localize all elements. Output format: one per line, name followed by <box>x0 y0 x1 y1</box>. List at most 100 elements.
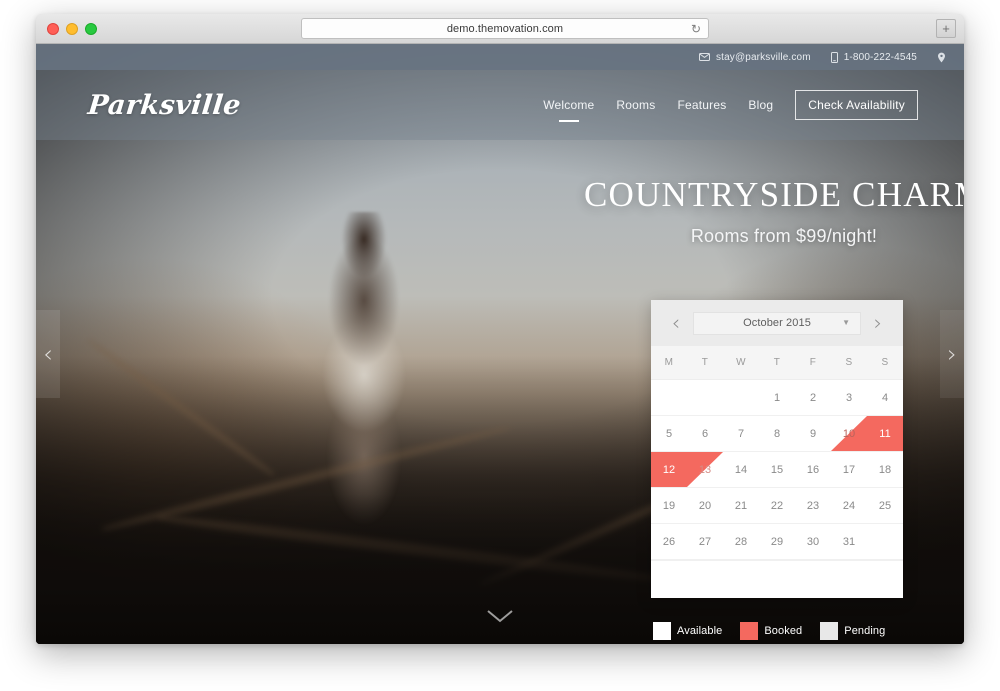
close-window-button[interactable] <box>47 23 59 35</box>
calendar-day-number: 8 <box>773 427 781 440</box>
calendar-day-number: 14 <box>734 463 748 476</box>
day-header-tue: T <box>701 357 709 368</box>
availability-calendar: ‹ October 2015 ▼ › M T W T F S S 1234567… <box>651 300 903 598</box>
calendar-day-11[interactable]: 11 <box>867 416 903 452</box>
calendar-day-number: 17 <box>842 463 856 476</box>
legend-item-pending: Pending <box>820 622 885 640</box>
calendar-day-empty <box>687 380 723 416</box>
calendar-day-empty <box>867 524 903 560</box>
maximize-window-button[interactable] <box>85 23 97 35</box>
chevron-down-icon: ▼ <box>842 318 850 327</box>
calendar-day-1[interactable]: 1 <box>759 380 795 416</box>
calendar-day-17[interactable]: 17 <box>831 452 867 488</box>
calendar-day-25[interactable]: 25 <box>867 488 903 524</box>
calendar-day-number: 12 <box>662 463 676 476</box>
url-text: demo.themovation.com <box>446 22 564 35</box>
slider-prev-button[interactable]: ‹ <box>36 310 60 398</box>
calendar-footer <box>651 560 903 598</box>
calendar-day-14[interactable]: 14 <box>723 452 759 488</box>
calendar-day-empty <box>651 380 687 416</box>
calendar-day-19[interactable]: 19 <box>651 488 687 524</box>
calendar-day-number: 31 <box>842 535 856 548</box>
calendar-day-number: 2 <box>809 391 817 404</box>
contact-location[interactable] <box>937 52 946 63</box>
contact-phone[interactable]: 1-800-222-4545 <box>830 51 917 63</box>
calendar-day-9[interactable]: 9 <box>795 416 831 452</box>
calendar-next-month-button[interactable]: › <box>865 312 891 334</box>
day-header-mon: M <box>664 357 674 368</box>
legend-label-available: Available <box>677 625 723 637</box>
calendar-day-10[interactable]: 10 <box>831 416 867 452</box>
contact-phone-text: 1-800-222-4545 <box>843 51 917 63</box>
calendar-day-8[interactable]: 8 <box>759 416 795 452</box>
calendar-day-number: 28 <box>734 535 748 548</box>
legend-item-booked: Booked <box>740 622 802 640</box>
calendar-day-20[interactable]: 20 <box>687 488 723 524</box>
calendar-day-number: 21 <box>734 499 748 512</box>
check-availability-button[interactable]: Check Availability <box>795 90 918 120</box>
calendar-day-18[interactable]: 18 <box>867 452 903 488</box>
legend-swatch-pending <box>820 622 839 640</box>
calendar-day-number: 5 <box>665 427 673 440</box>
site-logo[interactable]: Parksville <box>86 90 242 121</box>
new-tab-button[interactable]: + <box>936 19 956 38</box>
calendar-day-16[interactable]: 16 <box>795 452 831 488</box>
calendar-day-28[interactable]: 28 <box>723 524 759 560</box>
calendar-day-number: 26 <box>662 535 676 548</box>
calendar-day-31[interactable]: 31 <box>831 524 867 560</box>
calendar-day-22[interactable]: 22 <box>759 488 795 524</box>
scroll-down-icon[interactable] <box>487 606 513 626</box>
slider-next-button[interactable]: › <box>940 310 964 398</box>
calendar-day-27[interactable]: 27 <box>687 524 723 560</box>
site-header: Parksville Welcome Rooms Features Blog C… <box>36 70 964 140</box>
address-bar[interactable]: demo.themovation.com ↻ <box>301 18 709 39</box>
calendar-day-6[interactable]: 6 <box>687 416 723 452</box>
calendar-day-26[interactable]: 26 <box>651 524 687 560</box>
top-contact-bar: stay@parksville.com 1-800-222-4545 <box>36 44 964 70</box>
calendar-day-4[interactable]: 4 <box>867 380 903 416</box>
calendar-day-7[interactable]: 7 <box>723 416 759 452</box>
calendar-legend: Available Booked Pending <box>653 622 895 640</box>
calendar-day-number: 15 <box>770 463 784 476</box>
calendar-prev-month-button[interactable]: ‹ <box>663 312 689 334</box>
calendar-day-number: 30 <box>806 535 820 548</box>
window-controls <box>47 23 97 35</box>
map-pin-icon <box>937 52 946 63</box>
calendar-day-12[interactable]: 12 <box>651 452 687 488</box>
calendar-day-13[interactable]: 13 <box>687 452 723 488</box>
nav-item-features[interactable]: Features <box>677 94 726 116</box>
calendar-day-number: 18 <box>878 463 892 476</box>
reload-icon[interactable]: ↻ <box>691 23 701 35</box>
calendar-day-2[interactable]: 2 <box>795 380 831 416</box>
nav-item-welcome[interactable]: Welcome <box>543 94 594 116</box>
envelope-icon <box>699 53 711 61</box>
hero-title: COUNTRYSIDE CHARM <box>584 175 964 214</box>
calendar-day-number: 23 <box>806 499 820 512</box>
legend-swatch-booked <box>740 622 759 640</box>
calendar-day-23[interactable]: 23 <box>795 488 831 524</box>
nav-item-rooms[interactable]: Rooms <box>616 94 655 116</box>
calendar-day-number: 29 <box>770 535 784 548</box>
calendar-day-15[interactable]: 15 <box>759 452 795 488</box>
calendar-day-empty <box>723 380 759 416</box>
calendar-day-number: 22 <box>770 499 784 512</box>
calendar-day-number: 16 <box>806 463 820 476</box>
calendar-day-29[interactable]: 29 <box>759 524 795 560</box>
calendar-day-24[interactable]: 24 <box>831 488 867 524</box>
calendar-month-select[interactable]: October 2015 ▼ <box>693 311 861 335</box>
contact-email[interactable]: stay@parksville.com <box>699 52 811 63</box>
calendar-day-5[interactable]: 5 <box>651 416 687 452</box>
day-header-fri: F <box>809 357 817 368</box>
calendar-day-3[interactable]: 3 <box>831 380 867 416</box>
browser-titlebar: demo.themovation.com ↻ + <box>36 14 964 44</box>
page-viewport: stay@parksville.com 1-800-222-4545 Parks… <box>36 44 964 644</box>
minimize-window-button[interactable] <box>66 23 78 35</box>
day-header-wed: W <box>736 357 746 368</box>
calendar-day-21[interactable]: 21 <box>723 488 759 524</box>
calendar-day-number: 27 <box>698 535 712 548</box>
calendar-day-number: 7 <box>737 427 745 440</box>
main-navigation: Welcome Rooms Features Blog Check Availa… <box>543 90 918 120</box>
calendar-day-number: 10 <box>842 427 856 440</box>
calendar-day-30[interactable]: 30 <box>795 524 831 560</box>
nav-item-blog[interactable]: Blog <box>748 94 773 116</box>
